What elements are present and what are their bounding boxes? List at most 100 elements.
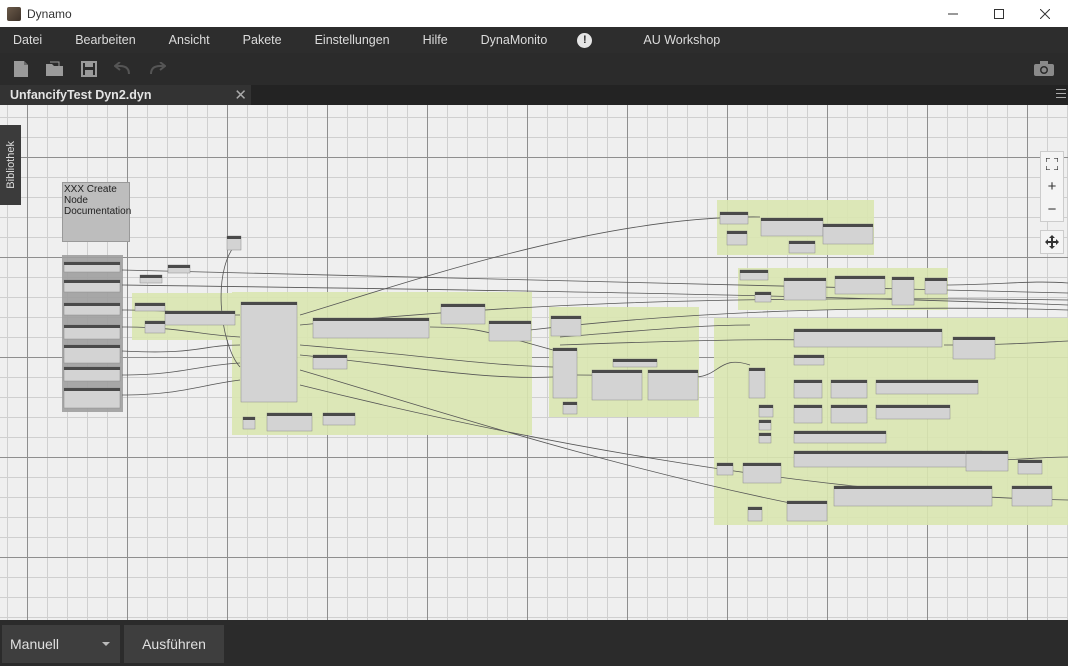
camera-icon[interactable]	[1032, 58, 1056, 80]
undo-icon[interactable]	[110, 56, 136, 82]
graph-node[interactable]	[891, 276, 915, 306]
graph-node-header	[925, 278, 947, 281]
graph-node-header	[168, 265, 190, 268]
zoom-in-icon[interactable]: +	[1041, 175, 1063, 198]
graph-node-header	[835, 276, 885, 279]
graph-node[interactable]	[552, 347, 578, 399]
close-tab-icon[interactable]: ✕	[234, 86, 247, 104]
run-bar: Manuell Ausführen	[0, 620, 1068, 666]
menu-datei[interactable]: Datei	[0, 33, 42, 47]
run-button[interactable]: Ausführen	[124, 625, 224, 663]
graph-node[interactable]	[783, 277, 827, 301]
graph-node-header	[966, 451, 1008, 454]
graph-node[interactable]	[591, 369, 643, 401]
menu-einstellungen[interactable]: Einstellungen	[302, 33, 390, 47]
graph-node-header	[831, 405, 867, 408]
graph-node[interactable]	[240, 301, 298, 403]
graph-node[interactable]	[952, 336, 996, 360]
redo-icon[interactable]	[144, 56, 170, 82]
graph-node-header	[717, 463, 733, 466]
menu-ansicht[interactable]: Ansicht	[156, 33, 210, 47]
title-bar: Dynamo	[0, 0, 1068, 27]
graph-node-header	[823, 224, 873, 227]
note-text: XXX Create Node Documentation	[64, 184, 132, 217]
graph-node-header	[794, 451, 982, 454]
info-icon[interactable]: !	[577, 32, 593, 48]
graph-node-header	[267, 413, 312, 416]
graph-node-header	[794, 405, 822, 408]
tab-unfancify-test[interactable]: UnfancifyTest Dyn2.dyn ✕	[0, 85, 251, 105]
graph-node-header	[759, 420, 771, 423]
node-graph[interactable]	[0, 105, 1068, 620]
menu-bearbeiten[interactable]: Bearbeiten	[62, 33, 135, 47]
minimize-button[interactable]	[930, 0, 976, 27]
library-tab[interactable]: Bibliothek	[0, 125, 21, 205]
run-mode-select[interactable]: Manuell	[2, 625, 120, 663]
graph-node-header	[794, 380, 822, 383]
graph-node-header	[759, 433, 771, 436]
window-title: Dynamo	[27, 6, 72, 21]
graph-node-header	[748, 507, 762, 510]
graph-node-header	[64, 303, 120, 306]
menu-hilfe[interactable]: Hilfe	[410, 33, 448, 47]
graph-node-header	[313, 318, 429, 321]
graph-canvas[interactable]: XXX Create Node Documentation Bibliothek…	[0, 105, 1068, 620]
zoom-out-icon[interactable]: −	[1041, 198, 1063, 221]
graph-node-header	[64, 262, 120, 265]
zoom-controls: + −	[1040, 151, 1064, 222]
graph-node-header	[145, 321, 165, 324]
menu-dynamonito[interactable]: DynaMonito	[468, 33, 548, 47]
graph-node-header	[787, 501, 827, 504]
maximize-button[interactable]	[976, 0, 1022, 27]
library-label: Bibliothek	[4, 141, 17, 189]
graph-node-header	[553, 348, 577, 351]
graph-node-header	[64, 388, 120, 391]
graph-node-header	[831, 380, 867, 383]
graph-node-header	[759, 405, 773, 408]
graph-node-header	[323, 413, 355, 416]
tab-bar: UnfancifyTest Dyn2.dyn ✕	[0, 85, 1068, 105]
graph-node-header	[749, 368, 765, 371]
documentation-note[interactable]: XXX Create Node Documentation	[62, 182, 132, 242]
graph-node-header	[743, 463, 781, 466]
graph-node[interactable]	[647, 369, 699, 401]
graph-node-header	[241, 302, 297, 305]
graph-node-header	[592, 370, 642, 373]
graph-node-header	[740, 270, 768, 273]
graph-node-header	[64, 280, 120, 283]
tab-overflow-menu-icon[interactable]	[1056, 89, 1066, 101]
graph-node-header	[784, 278, 826, 281]
open-folder-icon[interactable]	[42, 56, 68, 82]
run-mode-value: Manuell	[10, 636, 60, 652]
fit-view-icon[interactable]	[1041, 152, 1063, 175]
menu-pakete[interactable]: Pakete	[230, 33, 282, 47]
graph-node-header	[794, 431, 886, 434]
graph-node-header	[892, 277, 914, 280]
graph-node-header	[794, 329, 942, 332]
graph-node-header	[720, 212, 748, 215]
graph-node-header	[876, 405, 950, 408]
graph-node-header	[1012, 486, 1052, 489]
graph-node-header	[441, 304, 485, 307]
graph-node-header	[313, 355, 347, 358]
graph-node-header	[64, 367, 120, 370]
close-window-button[interactable]	[1022, 0, 1068, 27]
graph-node-header	[135, 303, 165, 306]
menu-au-workshop[interactable]: AU Workshop	[630, 33, 720, 47]
graph-node-header	[243, 417, 255, 420]
new-file-icon[interactable]	[8, 56, 34, 82]
graph-node-header	[876, 380, 978, 383]
graph-node-header	[613, 359, 657, 362]
graph-node-header	[727, 231, 747, 234]
chevron-down-icon	[102, 642, 110, 646]
toolbar	[0, 53, 1068, 85]
graph-node-header	[789, 241, 815, 244]
graph-node-header	[834, 486, 992, 489]
graph-node-header	[551, 316, 581, 319]
graph-node-header	[140, 275, 162, 278]
pan-icon[interactable]	[1040, 230, 1064, 254]
graph-node[interactable]	[748, 367, 766, 399]
graph-node-header	[165, 311, 235, 314]
graph-node-header	[761, 218, 823, 221]
save-icon[interactable]	[76, 56, 102, 82]
